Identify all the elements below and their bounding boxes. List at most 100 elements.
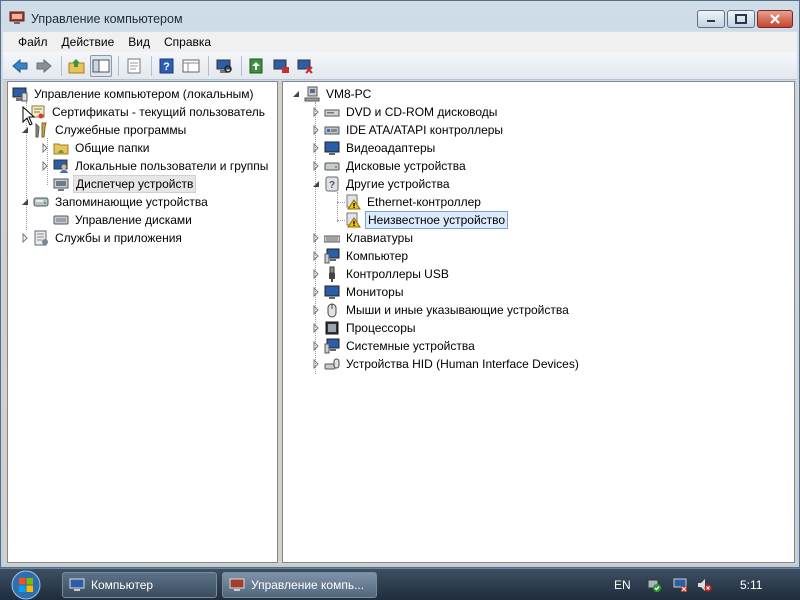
device-label: Неизвестное устройство (365, 211, 509, 229)
services-icon (34, 230, 48, 246)
local-users-icon (53, 159, 68, 173)
device-category-label: Другие устройства (346, 177, 450, 191)
console-tree-pane[interactable]: Управление компьютером (локальным) Серти… (7, 81, 278, 563)
tree-item-storage[interactable]: Запоминающие устройства (20, 193, 210, 211)
taskbar-item-computer-management[interactable]: Управление компь... (222, 572, 377, 598)
menu-help[interactable]: Справка (157, 35, 218, 49)
collapsed-arrow-icon (42, 161, 48, 171)
device-tree-root-label: VM8-PC (326, 87, 372, 101)
language-indicator[interactable]: EN (614, 578, 631, 592)
tree-root[interactable]: Управление компьютером (локальным) (12, 85, 256, 103)
unknown-device-icon: ? (325, 176, 339, 192)
close-button[interactable] (757, 10, 793, 28)
menu-action[interactable]: Действие (55, 35, 122, 49)
device-category-keyboards[interactable]: Клавиатуры (311, 229, 415, 247)
uninstall-device-button[interactable] (294, 55, 316, 77)
taskbar-item-label: Управление компь... (251, 578, 365, 592)
device-category-ide[interactable]: IDE ATA/ATAPI контроллеры (311, 121, 505, 139)
device-ethernet-controller[interactable]: Ethernet-контроллер (345, 193, 483, 211)
tree-item-device-manager[interactable]: Диспетчер устройств (53, 175, 197, 193)
device-unknown[interactable]: Неизвестное устройство (345, 211, 509, 229)
keyboard-icon (324, 235, 340, 243)
collapsed-arrow-icon (313, 323, 319, 333)
up-level-button[interactable] (66, 55, 88, 77)
tree-item-disk-management[interactable]: Управление дисками (53, 211, 194, 229)
main-content: Управление компьютером (локальным) Серти… (3, 81, 797, 565)
device-category-disks[interactable]: Дисковые устройства (311, 157, 468, 175)
collapsed-arrow-icon (313, 233, 319, 243)
device-category-computer[interactable]: Компьютер (311, 247, 410, 265)
help-button[interactable]: ? (156, 55, 178, 77)
processor-icon (325, 321, 339, 335)
tree-item-shared-folders[interactable]: Общие папки (40, 139, 151, 157)
computer-icon (304, 86, 320, 102)
menu-view[interactable]: Вид (121, 35, 157, 49)
device-category-label: Дисковые устройства (346, 159, 466, 173)
computer-icon (69, 578, 85, 591)
window-title: Управление компьютером (31, 12, 183, 26)
taskbar-item-computer[interactable]: Компьютер (62, 572, 217, 598)
device-category-monitors[interactable]: Мониторы (311, 283, 405, 301)
computer-management-icon (9, 11, 25, 24)
view-button[interactable] (180, 55, 202, 77)
tree-item-label: Локальные пользователи и группы (75, 159, 269, 173)
tree-item-label: Запоминающие устройства (55, 195, 208, 209)
tree-item-local-users[interactable]: Локальные пользователи и группы (40, 157, 270, 175)
action-center-icon[interactable] (646, 577, 662, 593)
properties-icon (127, 58, 141, 73)
show-hide-tree-button[interactable] (90, 54, 112, 77)
maximize-button[interactable] (727, 10, 755, 28)
scan-hardware-button[interactable] (213, 55, 235, 77)
device-category-label: Клавиатуры (346, 231, 413, 245)
update-driver-button[interactable] (246, 55, 268, 77)
back-button[interactable] (9, 55, 31, 77)
device-category-video[interactable]: Видеоадаптеры (311, 139, 437, 157)
computer-icon (324, 248, 340, 264)
expanded-arrow-icon (293, 91, 299, 97)
volume-muted-icon[interactable] (696, 577, 712, 593)
collapsed-arrow-icon (313, 107, 319, 117)
device-tree-root[interactable]: VM8-PC (291, 85, 373, 103)
collapsed-arrow-icon (313, 125, 319, 135)
warning-device-icon (346, 212, 361, 228)
device-category-label: Контроллеры USB (346, 267, 449, 281)
network-icon[interactable] (672, 577, 688, 593)
device-tree-pane[interactable]: VM8-PC DVD и CD-ROM дисководы IDE ATA/AT… (282, 81, 795, 563)
device-category-mice[interactable]: Мыши и иные указывающие устройства (311, 301, 571, 319)
up-folder-icon (68, 58, 85, 73)
tree-item-system-tools[interactable]: Служебные программы (20, 121, 188, 139)
shared-folders-icon (53, 143, 69, 155)
computer-management-icon (229, 578, 245, 591)
usb-icon (329, 266, 335, 282)
clock[interactable]: 5:11 (740, 578, 762, 592)
title-bar[interactable]: Управление компьютером (1, 1, 799, 31)
minimize-button[interactable] (697, 10, 725, 28)
computer-management-icon (12, 87, 28, 102)
tree-item-services[interactable]: Службы и приложения (20, 229, 184, 247)
computer-management-window: Управление компьютером Файл Действие Вид… (0, 0, 800, 568)
properties-button[interactable] (123, 55, 145, 77)
collapsed-arrow-icon (313, 269, 319, 279)
device-category-system[interactable]: Системные устройства (311, 337, 477, 355)
help-icon: ? (159, 58, 174, 73)
device-category-hid[interactable]: Устройства HID (Human Interface Devices) (311, 355, 581, 373)
collapsed-arrow-icon (42, 143, 48, 153)
display-adapter-icon (324, 141, 340, 155)
tree-item-certificates[interactable]: Сертификаты - текущий пользователь (30, 103, 267, 121)
disable-device-button[interactable] (270, 55, 292, 77)
expanded-arrow-icon (313, 181, 319, 187)
forward-button[interactable] (33, 55, 55, 77)
collapsed-arrow-icon (313, 251, 319, 261)
show-hide-tree-icon (92, 59, 110, 72)
tree-item-label: Службы и приложения (55, 231, 182, 245)
warning-device-icon (346, 194, 361, 210)
monitor-icon (324, 285, 340, 299)
device-category-other[interactable]: ? Другие устройства (311, 175, 452, 193)
tree-item-label: Служебные программы (55, 123, 187, 137)
device-category-dvd[interactable]: DVD и CD-ROM дисководы (311, 103, 499, 121)
menu-file[interactable]: Файл (11, 35, 55, 49)
device-category-processors[interactable]: Процессоры (311, 319, 418, 337)
start-button[interactable] (4, 569, 48, 600)
device-category-usb[interactable]: Контроллеры USB (311, 265, 451, 283)
collapsed-arrow-icon (313, 341, 319, 351)
